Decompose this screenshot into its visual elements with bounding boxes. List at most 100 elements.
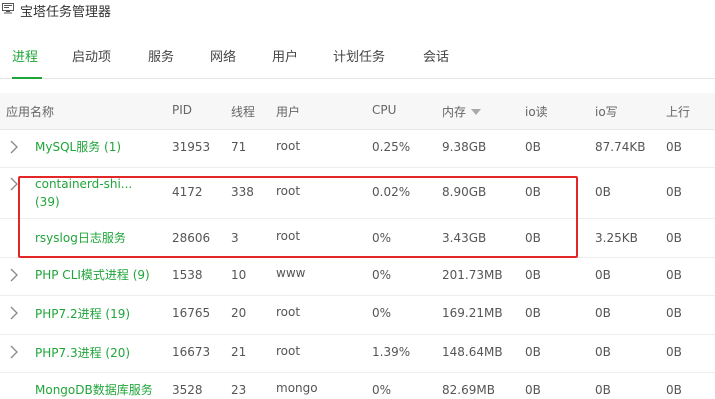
io-write-cell: 0B	[595, 306, 611, 320]
process-name[interactable]: PHP CLI模式进程 (9)	[35, 266, 150, 284]
cpu-cell: 0%	[372, 231, 392, 245]
pid-cell: 16765	[172, 306, 211, 320]
io-read-cell: 0B	[525, 383, 541, 397]
upload-cell: 0B	[666, 140, 682, 154]
pid-cell: 28606	[172, 231, 211, 245]
tab-scheduled-tasks[interactable]: 计划任务	[333, 46, 385, 65]
threads-cell: 338	[231, 185, 254, 199]
table-row[interactable]: PHP CLI模式进程 (9) 1538 10 www 0% 201.73MB …	[0, 257, 715, 296]
memory-cell: 201.73MB	[442, 268, 503, 282]
user-cell: root	[276, 305, 301, 319]
user-cell: root	[276, 184, 301, 198]
col-io-read[interactable]: io读	[525, 103, 548, 120]
upload-cell: 0B	[666, 185, 682, 199]
col-memory-label: 内存	[442, 105, 467, 119]
upload-cell: 0B	[666, 383, 682, 397]
upload-cell: 0B	[666, 268, 682, 282]
threads-cell: 3	[231, 231, 239, 245]
tab-startup[interactable]: 启动项	[72, 46, 111, 65]
col-app-name[interactable]: 应用名称	[6, 103, 54, 120]
threads-cell: 20	[231, 306, 247, 320]
pid-cell: 16673	[172, 345, 211, 359]
cpu-cell: 0%	[372, 383, 392, 397]
upload-cell: 0B	[666, 345, 682, 359]
col-pid[interactable]: PID	[172, 103, 192, 117]
chevron-right-icon[interactable]	[9, 268, 19, 282]
table-row[interactable]: rsyslog日志服务 28606 3 root 0% 3.43GB 0B 3.…	[0, 218, 715, 258]
pid-cell: 3528	[172, 383, 203, 397]
threads-cell: 21	[231, 345, 247, 359]
table-row[interactable]: MongoDB数据库服务 3528 23 mongo 0% 82.69MB 0B…	[0, 372, 715, 399]
memory-cell: 82.69MB	[442, 383, 495, 397]
cpu-cell: 0%	[372, 268, 392, 282]
table-row[interactable]: PHP7.2进程 (19) 16765 20 root 0% 169.21MB …	[0, 295, 715, 335]
table-row[interactable]: PHP7.3进程 (20) 16673 21 root 1.39% 148.64…	[0, 334, 715, 373]
io-read-cell: 0B	[525, 268, 541, 282]
col-upload[interactable]: 上行	[666, 103, 690, 120]
cpu-cell: 1.39%	[372, 345, 411, 359]
tab-processes[interactable]: 进程	[12, 46, 38, 65]
chevron-right-icon[interactable]	[9, 177, 19, 191]
process-name[interactable]: PHP7.2进程 (19)	[35, 305, 130, 323]
io-read-cell: 0B	[525, 345, 541, 359]
process-name[interactable]: MySQL服务 (1)	[35, 138, 121, 156]
io-read-cell: 0B	[525, 185, 541, 199]
process-name[interactable]: MongoDB数据库服务	[35, 381, 153, 399]
user-cell: mongo	[276, 381, 318, 395]
sort-desc-icon	[471, 109, 482, 115]
col-cpu[interactable]: CPU	[372, 103, 396, 117]
io-write-cell: 3.25KB	[595, 231, 638, 245]
tab-users[interactable]: 用户	[272, 46, 298, 65]
tab-sessions[interactable]: 会话	[423, 46, 449, 65]
user-cell: root	[276, 229, 301, 243]
cpu-cell: 0.02%	[372, 185, 411, 199]
col-memory[interactable]: 内存	[442, 103, 482, 120]
pid-cell: 4172	[172, 185, 203, 199]
threads-cell: 71	[231, 140, 247, 154]
io-write-cell: 0B	[595, 268, 611, 282]
col-io-write[interactable]: io写	[595, 103, 618, 120]
col-threads[interactable]: 线程	[231, 103, 255, 120]
user-cell: root	[276, 139, 301, 153]
active-tab-indicator	[12, 77, 42, 79]
tab-bar: 进程 启动项 服务 网络 用户 计划任务 会话	[0, 30, 715, 79]
io-read-cell: 0B	[525, 140, 541, 154]
io-read-cell: 0B	[525, 306, 541, 320]
pid-cell: 1538	[172, 268, 203, 282]
table-row[interactable]: MySQL服务 (1) 31953 71 root 0.25% 9.38GB 0…	[0, 129, 715, 168]
task-manager-icon	[2, 3, 14, 14]
tab-services[interactable]: 服务	[148, 46, 174, 65]
pid-cell: 31953	[172, 140, 211, 154]
memory-cell: 3.43GB	[442, 231, 487, 245]
upload-cell: 0B	[666, 231, 682, 245]
memory-cell: 9.38GB	[442, 140, 487, 154]
process-name[interactable]: containerd-shi...	[35, 175, 132, 193]
cpu-cell: 0%	[372, 306, 392, 320]
table-header: 应用名称 PID 线程 用户 CPU 内存 io读 io写 上行	[0, 93, 715, 130]
user-cell: root	[276, 344, 301, 358]
threads-cell: 23	[231, 383, 247, 397]
table-row[interactable]: containerd-shi... (39) 4172 338 root 0.0…	[0, 167, 715, 219]
io-write-cell: 0B	[595, 185, 611, 199]
memory-cell: 8.90GB	[442, 185, 487, 199]
title-bar: 宝塔任务管理器	[0, 0, 715, 22]
io-read-cell: 0B	[525, 231, 541, 245]
threads-cell: 10	[231, 268, 247, 282]
chevron-right-icon[interactable]	[9, 345, 19, 359]
upload-cell: 0B	[666, 306, 682, 320]
chevron-right-icon[interactable]	[9, 140, 19, 154]
memory-cell: 169.21MB	[442, 306, 503, 320]
user-cell: www	[276, 266, 306, 280]
tab-network[interactable]: 网络	[210, 46, 236, 65]
col-user[interactable]: 用户	[276, 103, 300, 120]
io-write-cell: 0B	[595, 345, 611, 359]
io-write-cell: 87.74KB	[595, 140, 646, 154]
app-title: 宝塔任务管理器	[20, 5, 112, 20]
cpu-cell: 0.25%	[372, 140, 411, 154]
memory-cell: 148.64MB	[442, 345, 503, 359]
process-name[interactable]: PHP7.3进程 (20)	[35, 344, 130, 362]
process-name[interactable]: rsyslog日志服务	[35, 229, 126, 247]
io-write-cell: 0B	[595, 383, 611, 397]
chevron-right-icon[interactable]	[9, 306, 19, 320]
process-name-count[interactable]: (39)	[35, 193, 60, 211]
